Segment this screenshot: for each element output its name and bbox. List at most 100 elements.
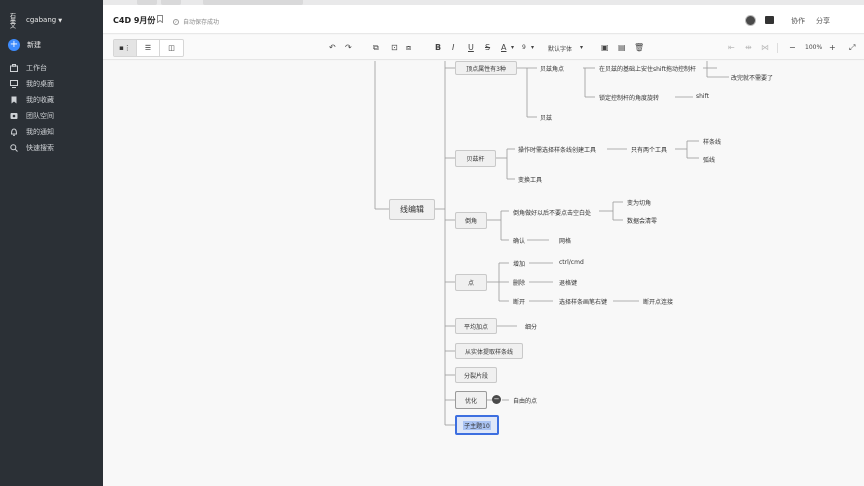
- app-logo[interactable]: 石墨文: [10, 14, 18, 30]
- mindmap-canvas[interactable]: 线编辑 顶点属性有3种 贝兹角点 在贝兹的基础上安住shift拖动控制杆 ...…: [103, 61, 864, 486]
- fit-screen-icon[interactable]: ⤢: [849, 43, 855, 52]
- insert-child-icon[interactable]: ⊡: [391, 43, 398, 52]
- node-label: 顶点属性有3种: [466, 65, 506, 73]
- sidebar-item-desktop[interactable]: 我的桌面: [10, 79, 54, 89]
- mindmap-view-button[interactable]: ▪⋮: [114, 40, 137, 56]
- underline-icon[interactable]: U: [468, 43, 474, 52]
- mindmap-node[interactable]: 弧线: [703, 155, 715, 164]
- chevron-down-icon[interactable]: ▾: [580, 44, 583, 51]
- share-button[interactable]: 分享: [816, 16, 830, 26]
- sidebar-item-search[interactable]: 快速搜索: [10, 143, 54, 153]
- toolbar-divider: [777, 43, 778, 53]
- sidebar-item-notifications[interactable]: 我的通知: [10, 127, 54, 137]
- font-color-icon[interactable]: A: [501, 43, 506, 52]
- bookmark-icon[interactable]: [157, 15, 163, 25]
- mindmap-node[interactable]: ctrl/cmd: [559, 259, 584, 266]
- desktop-icon: [10, 80, 18, 88]
- mindmap-node[interactable]: 锁定控制杆的角度旋转: [599, 93, 659, 102]
- undo-icon[interactable]: ↶: [329, 43, 336, 52]
- align-left-icon[interactable]: ⇤: [728, 43, 735, 52]
- user-menu[interactable]: cgabang ▼: [26, 16, 62, 24]
- mindmap-node[interactable]: 贝兹杆: [455, 150, 496, 167]
- mindmap-node[interactable]: 倒角: [455, 212, 487, 229]
- panel-view-button[interactable]: ◫: [160, 40, 183, 56]
- node-label: 分裂片段: [463, 372, 488, 380]
- mindmap-node[interactable]: 贝兹: [540, 113, 552, 122]
- redo-icon[interactable]: ↷: [345, 43, 352, 52]
- mindmap-node[interactable]: 断开: [513, 297, 525, 306]
- page-title[interactable]: C4D 9月份: [113, 15, 155, 26]
- mindmap-node[interactable]: 删除: [513, 278, 525, 287]
- outline-view-button[interactable]: ☰: [137, 40, 160, 56]
- briefcase-icon: [10, 64, 18, 72]
- bold-icon[interactable]: B: [435, 43, 441, 52]
- mindmap-node[interactable]: 顶点属性有3种: [455, 61, 517, 75]
- font-size-select[interactable]: 9: [522, 44, 526, 51]
- image-icon[interactable]: ▣: [601, 43, 609, 52]
- chevron-down-icon[interactable]: ▾: [511, 44, 514, 51]
- search-icon: [10, 144, 18, 152]
- sidebar-item-favorites[interactable]: 我的收藏: [10, 95, 54, 105]
- sidebar-item-label: 我的桌面: [26, 80, 54, 88]
- collapse-icon[interactable]: ⋈: [761, 43, 769, 52]
- zoom-level[interactable]: 100%: [805, 44, 822, 51]
- collab-button[interactable]: 协作: [791, 16, 805, 26]
- sidebar-item-team[interactable]: 团队空间: [10, 111, 54, 121]
- node-label: 子主题10: [463, 420, 491, 430]
- comment-icon[interactable]: [765, 16, 774, 24]
- insert-sibling-icon[interactable]: ⧉: [373, 43, 379, 52]
- chevron-down-icon[interactable]: ▾: [531, 44, 534, 51]
- trash-icon[interactable]: 🗑: [634, 43, 644, 52]
- save-status: ✓ 自动保存成功: [173, 17, 219, 26]
- mindmap-node-selected[interactable]: 子主题10: [455, 415, 499, 435]
- mindmap-node[interactable]: 样条线: [703, 137, 721, 146]
- mindmap-node[interactable]: 点: [455, 274, 487, 291]
- strikethrough-icon[interactable]: S: [485, 43, 490, 52]
- node-label: 优化: [464, 397, 477, 405]
- mindmap-node[interactable]: 倒角做好以后不要点击空白处: [513, 208, 591, 217]
- picture-icon[interactable]: ▤: [618, 43, 626, 52]
- mindmap-node[interactable]: 变换工具: [518, 175, 542, 184]
- mindmap-node[interactable]: 平均加点: [455, 318, 497, 334]
- mindmap-node[interactable]: ...: [719, 61, 725, 62]
- caret-down-icon: ▼: [58, 18, 63, 24]
- distribute-icon[interactable]: ⇹: [745, 43, 752, 52]
- sidebar-item-label: 团队空间: [26, 112, 54, 120]
- mindmap-node[interactable]: 确认: [513, 236, 525, 245]
- mindmap-node[interactable]: 变为切角: [627, 198, 651, 207]
- mindmap-node[interactable]: 网格: [559, 236, 571, 245]
- node-label: 平均加点: [463, 323, 488, 331]
- zoom-out-icon[interactable]: −: [789, 43, 796, 52]
- new-button[interactable]: + 新建: [8, 39, 41, 51]
- mindmap-node[interactable]: 选择样条画笔右键: [559, 297, 607, 306]
- zoom-in-icon[interactable]: +: [829, 43, 836, 52]
- font-family-select[interactable]: 默认字体: [548, 44, 572, 53]
- mindmap-node[interactable]: shift: [696, 93, 709, 100]
- mindmap-node[interactable]: 优化: [455, 391, 487, 409]
- mindmap-node[interactable]: 退格键: [559, 278, 577, 287]
- italic-icon[interactable]: I: [452, 43, 454, 52]
- mindmap-node[interactable]: 在贝兹的基础上安住shift拖动控制杆: [599, 64, 696, 73]
- check-circle-icon: ✓: [173, 18, 179, 25]
- avatar[interactable]: [745, 15, 756, 26]
- collapse-toggle-icon[interactable]: −: [492, 395, 501, 404]
- sidebar-item-label: 工作台: [26, 64, 47, 72]
- new-label: 新建: [27, 41, 41, 49]
- mindmap-node[interactable]: 分裂片段: [455, 367, 497, 383]
- mindmap-node[interactable]: 从实体提取样条线: [455, 343, 523, 359]
- mindmap-node[interactable]: 细分: [525, 322, 537, 331]
- mindmap-node[interactable]: 断开点连接: [643, 297, 673, 306]
- mindmap-node[interactable]: 操作时需选择样条线创建工具: [518, 145, 596, 154]
- insert-link-icon[interactable]: ⧈: [406, 43, 411, 52]
- mindmap-node[interactable]: 改完就不需要了: [731, 73, 773, 82]
- bookmark-icon: [11, 96, 17, 104]
- plus-icon: +: [8, 39, 20, 51]
- mindmap-node[interactable]: 数据会清零: [627, 216, 657, 225]
- mindmap-root-node[interactable]: 线编辑: [389, 199, 435, 220]
- mindmap-node[interactable]: 贝兹角点: [540, 64, 564, 73]
- mindmap-node[interactable]: 只有两个工具: [631, 145, 667, 154]
- mindmap-node[interactable]: 自由的点: [513, 396, 537, 405]
- node-label: 线编辑: [400, 205, 424, 214]
- sidebar-item-workspace[interactable]: 工作台: [10, 63, 47, 73]
- mindmap-node[interactable]: 增加: [513, 259, 525, 268]
